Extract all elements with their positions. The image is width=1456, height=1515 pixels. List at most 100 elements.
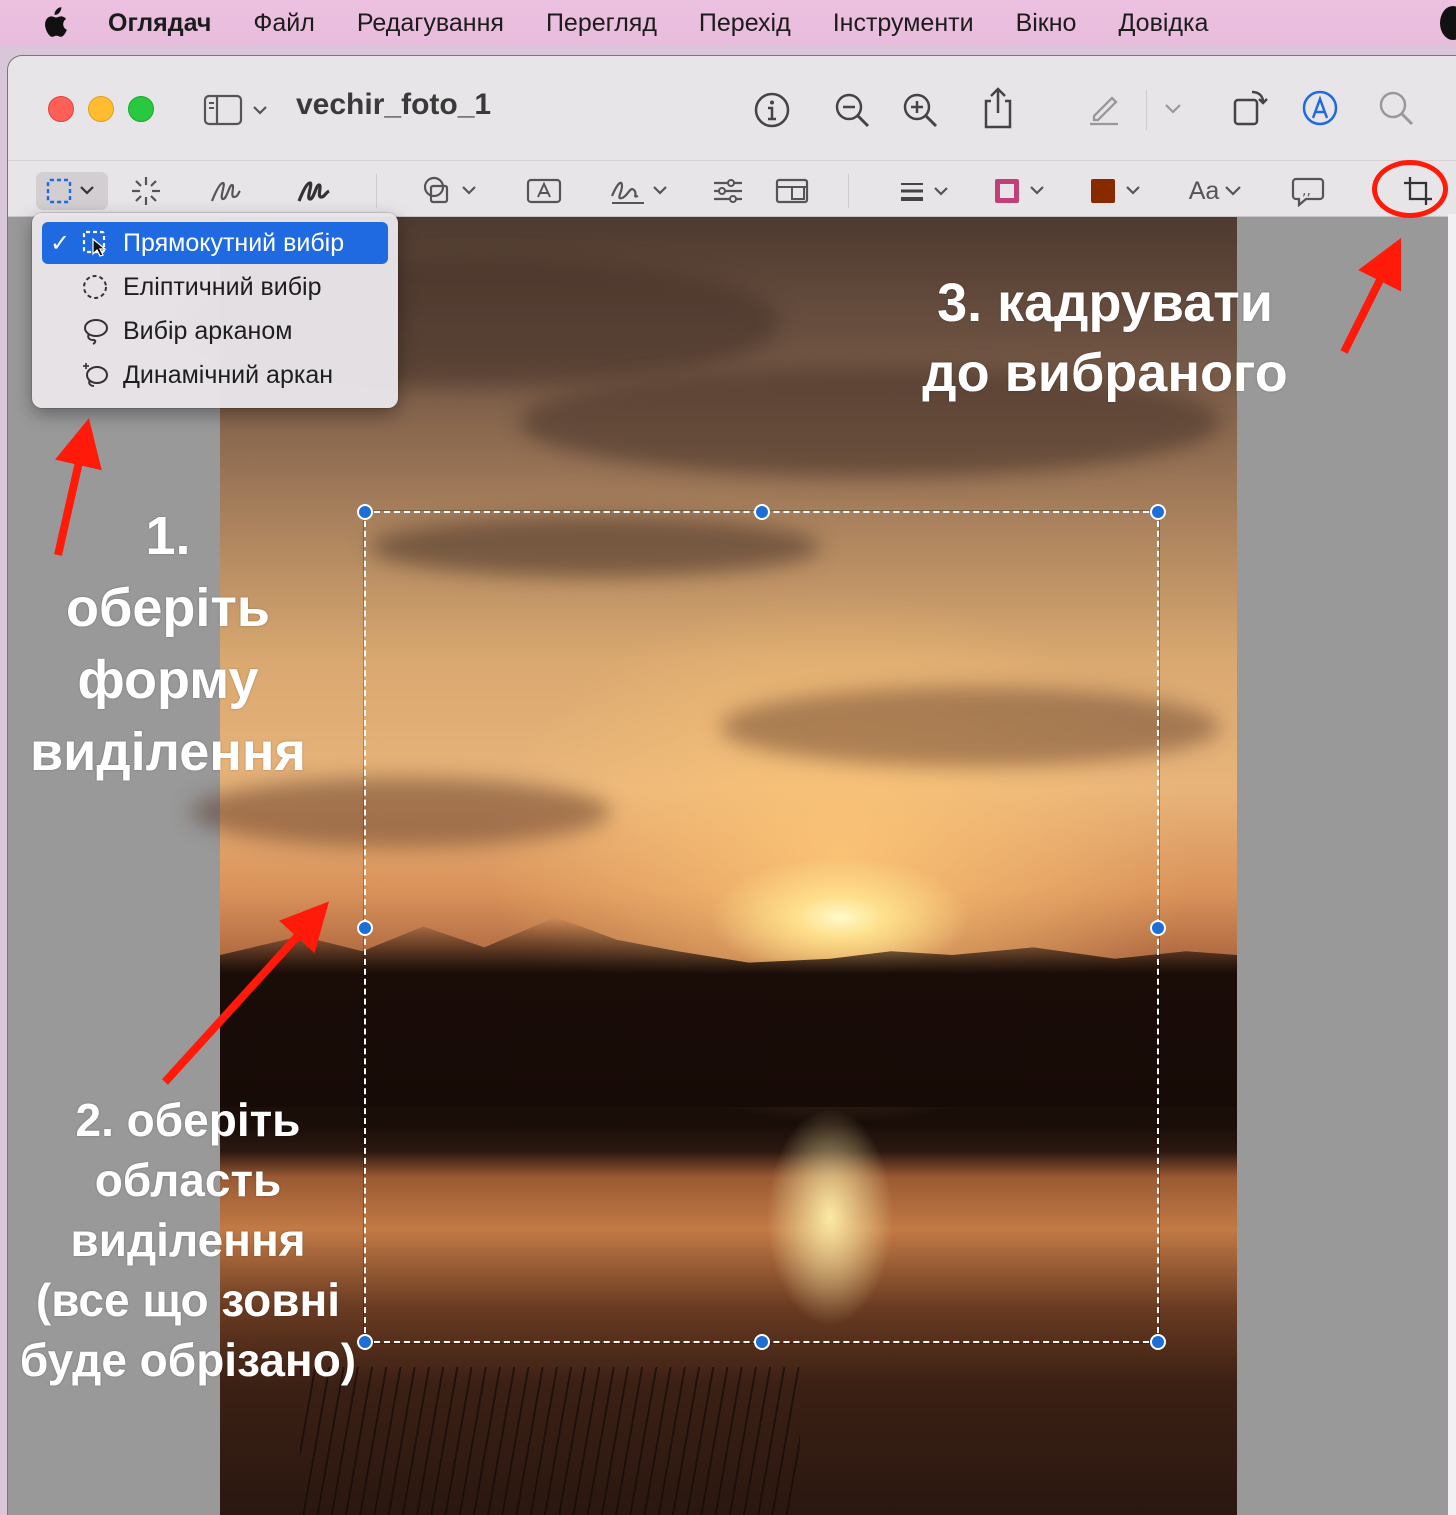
annotation-line: область <box>94 1154 282 1206</box>
highlighter-icon <box>1090 96 1118 126</box>
annotation-line: 2. оберіть <box>75 1094 301 1146</box>
annotation-step-2: 2. оберіть область виділення (все що зов… <box>0 1090 376 1390</box>
menu-file[interactable]: Файл <box>253 9 314 38</box>
text-box-button[interactable] <box>522 172 566 210</box>
menu-bar: Оглядач Файл Редагування Перегляд Перехі… <box>0 0 1456 46</box>
line-style-icon <box>901 183 948 201</box>
markup-toggle-button[interactable] <box>1298 86 1342 130</box>
fill-color-icon <box>1091 179 1140 203</box>
resize-handle-right[interactable] <box>1150 920 1166 936</box>
toolbar-separator <box>376 174 377 208</box>
crop-highlight-circle <box>1372 160 1448 218</box>
share-button[interactable] <box>976 84 1020 132</box>
apple-logo-icon[interactable] <box>0 0 108 46</box>
instant-alpha-button[interactable] <box>124 172 168 210</box>
sketch-button[interactable] <box>204 172 248 210</box>
border-color-button[interactable] <box>988 172 1054 210</box>
zoom-out-button[interactable] <box>830 88 874 132</box>
sidebar-toggle-button[interactable] <box>202 90 272 130</box>
toolbar-divider <box>8 160 1456 161</box>
sliders-icon <box>714 179 742 203</box>
menu-item-elliptical-selection[interactable]: Еліптичний вибір <box>42 266 388 308</box>
adjust-size-button[interactable] <box>772 172 812 210</box>
shapes-button[interactable] <box>420 172 482 210</box>
rect-selection-icon <box>80 228 110 258</box>
lasso-icon <box>80 316 110 346</box>
draw-button[interactable] <box>292 172 336 210</box>
line-style-button[interactable] <box>896 172 958 210</box>
rotate-button[interactable] <box>1228 84 1272 132</box>
text-style-label: Aa <box>1188 176 1220 205</box>
menu-item-rectangular-selection[interactable]: ✓ Прямокутний вибір <box>42 222 388 264</box>
resize-handle-top-left[interactable] <box>357 504 373 520</box>
selection-tool-button[interactable] <box>36 172 108 210</box>
annotation-line: виділення <box>29 722 307 782</box>
text-style-button[interactable]: Aa <box>1184 172 1248 210</box>
toolbar-separator <box>848 174 849 208</box>
signature-icon <box>610 181 667 204</box>
speech-bubble-icon: ,, <box>1291 177 1325 207</box>
note-button[interactable]: ,, <box>1286 172 1330 210</box>
menu-window[interactable]: Вікно <box>1016 9 1077 38</box>
ellipse-selection-icon <box>80 272 110 302</box>
zoom-in-icon <box>903 93 938 128</box>
annotation-line: буде обрізано) <box>19 1334 357 1386</box>
document-title: vechir_foto_1 <box>296 88 492 121</box>
menu-item-label: Еліптичний вибір <box>123 272 322 301</box>
resize-handle-top-right[interactable] <box>1150 504 1166 520</box>
shapes-icon <box>423 176 476 204</box>
markup-icon <box>1302 90 1338 126</box>
info-icon <box>754 92 790 128</box>
highlight-options-button[interactable] <box>1158 94 1188 124</box>
status-icon[interactable] <box>1440 6 1456 40</box>
search-icon <box>1379 91 1414 126</box>
annotation-line: до вибраного <box>922 343 1288 403</box>
annotation-line: виділення <box>70 1214 306 1266</box>
menu-help[interactable]: Довідка <box>1118 9 1208 38</box>
minimize-window-button[interactable] <box>88 96 114 122</box>
resize-handle-left[interactable] <box>357 920 373 936</box>
menu-tools[interactable]: Інструменти <box>833 9 974 38</box>
checkmark-icon: ✓ <box>50 229 71 257</box>
magic-wand-icon <box>132 177 160 205</box>
fill-color-button[interactable] <box>1084 172 1150 210</box>
resize-icon <box>775 178 809 204</box>
title-toolbar: vechir_foto_1 Aa ,, <box>8 56 1456 217</box>
sidebar-icon <box>203 94 267 126</box>
rotate-icon <box>1233 90 1268 126</box>
resize-handle-bottom-right[interactable] <box>1150 1334 1166 1350</box>
annotation-step-1: 1. оберіть форму виділення <box>0 500 336 788</box>
zoom-in-button[interactable] <box>898 88 942 132</box>
menu-go[interactable]: Перехід <box>699 9 791 38</box>
annotation-line: 3. кадрувати <box>937 273 1273 333</box>
resize-handle-bottom[interactable] <box>754 1334 770 1350</box>
smart-lasso-icon <box>80 360 110 390</box>
menu-item-lasso-selection[interactable]: Вибір арканом <box>42 310 388 352</box>
highlight-button[interactable] <box>1082 86 1126 130</box>
rect-selection-icon <box>46 178 94 204</box>
annotation-line: 1. <box>145 506 191 566</box>
signature-button[interactable] <box>608 172 670 210</box>
selection-rectangle[interactable] <box>357 504 1166 1350</box>
menu-edit[interactable]: Редагування <box>357 9 504 38</box>
toolbar-separator <box>1146 90 1147 130</box>
sketch-icon <box>210 181 241 202</box>
annotation-step-3: 3. кадрувати до вибраного <box>880 268 1330 408</box>
info-button[interactable] <box>750 88 794 132</box>
fullscreen-window-button[interactable] <box>128 96 154 122</box>
menu-item-label: Вибір арканом <box>123 316 293 345</box>
menu-item-smart-lasso[interactable]: Динамічний аркан <box>42 354 388 396</box>
menu-item-label: Прямокутний вибір <box>123 228 345 257</box>
selection-shape-menu: ✓ Прямокутний вибір Еліптичний вибір Виб… <box>32 213 398 408</box>
menu-app-name[interactable]: Оглядач <box>108 9 211 38</box>
resize-handle-top[interactable] <box>754 504 770 520</box>
menu-item-label: Динамічний аркан <box>123 360 334 389</box>
chevron-down-icon <box>1225 186 1242 196</box>
svg-text:,,: ,, <box>1302 183 1311 199</box>
chevron-down-icon <box>1165 104 1181 114</box>
text-box-icon <box>526 178 562 204</box>
search-button[interactable] <box>1374 86 1418 130</box>
close-window-button[interactable] <box>48 96 74 122</box>
menu-view[interactable]: Перегляд <box>546 9 657 38</box>
adjust-color-button[interactable] <box>708 172 748 210</box>
